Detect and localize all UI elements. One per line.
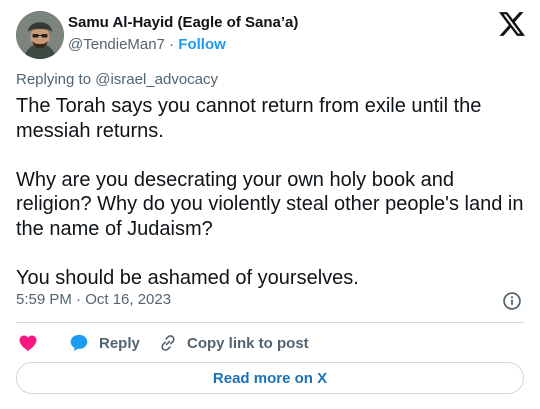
- reply-button[interactable]: Reply: [69, 332, 140, 354]
- like-button[interactable]: [18, 332, 38, 354]
- info-icon[interactable]: [503, 292, 521, 310]
- tweet-body: The Torah says you cannot return from ex…: [16, 94, 526, 290]
- embedded-tweet-card: Samu Al-Hayid (Eagle of Sana’a) @TendieM…: [0, 0, 540, 409]
- tweet-paragraph: You should be ashamed of yourselves.: [16, 266, 359, 289]
- heart-icon: [19, 335, 37, 351]
- author-handle-row: @TendieMan7 · Follow: [68, 36, 226, 53]
- tweet-paragraph: Why are you desecrating your own holy bo…: [16, 168, 524, 240]
- action-bar: Reply Copy link to post: [16, 332, 524, 354]
- follow-button[interactable]: Follow: [178, 36, 226, 53]
- read-more-button[interactable]: Read more on X: [16, 362, 524, 394]
- copy-link-label: Copy link to post: [187, 334, 309, 352]
- x-logo-icon[interactable]: [499, 12, 525, 36]
- replying-to-line: Replying to @israel_advocacy: [16, 71, 218, 88]
- replying-to-handle[interactable]: @israel_advocacy: [95, 71, 218, 88]
- author-display-name[interactable]: Samu Al-Hayid (Eagle of Sana’a): [68, 14, 298, 31]
- avatar-image: [16, 11, 64, 59]
- tweet-timestamp[interactable]: 5:59 PM · Oct 16, 2023: [16, 291, 171, 308]
- replying-prefix: Replying to: [16, 71, 96, 88]
- link-icon: [161, 335, 175, 351]
- divider: [16, 322, 524, 323]
- speech-bubble-icon: [70, 334, 88, 352]
- tweet-paragraph: The Torah says you cannot return from ex…: [16, 95, 482, 142]
- avatar[interactable]: [16, 11, 64, 59]
- handle-separator: ·: [169, 36, 175, 53]
- copy-link-button[interactable]: Copy link to post: [158, 332, 309, 354]
- reply-label: Reply: [99, 334, 140, 352]
- author-handle[interactable]: @TendieMan7: [68, 36, 165, 53]
